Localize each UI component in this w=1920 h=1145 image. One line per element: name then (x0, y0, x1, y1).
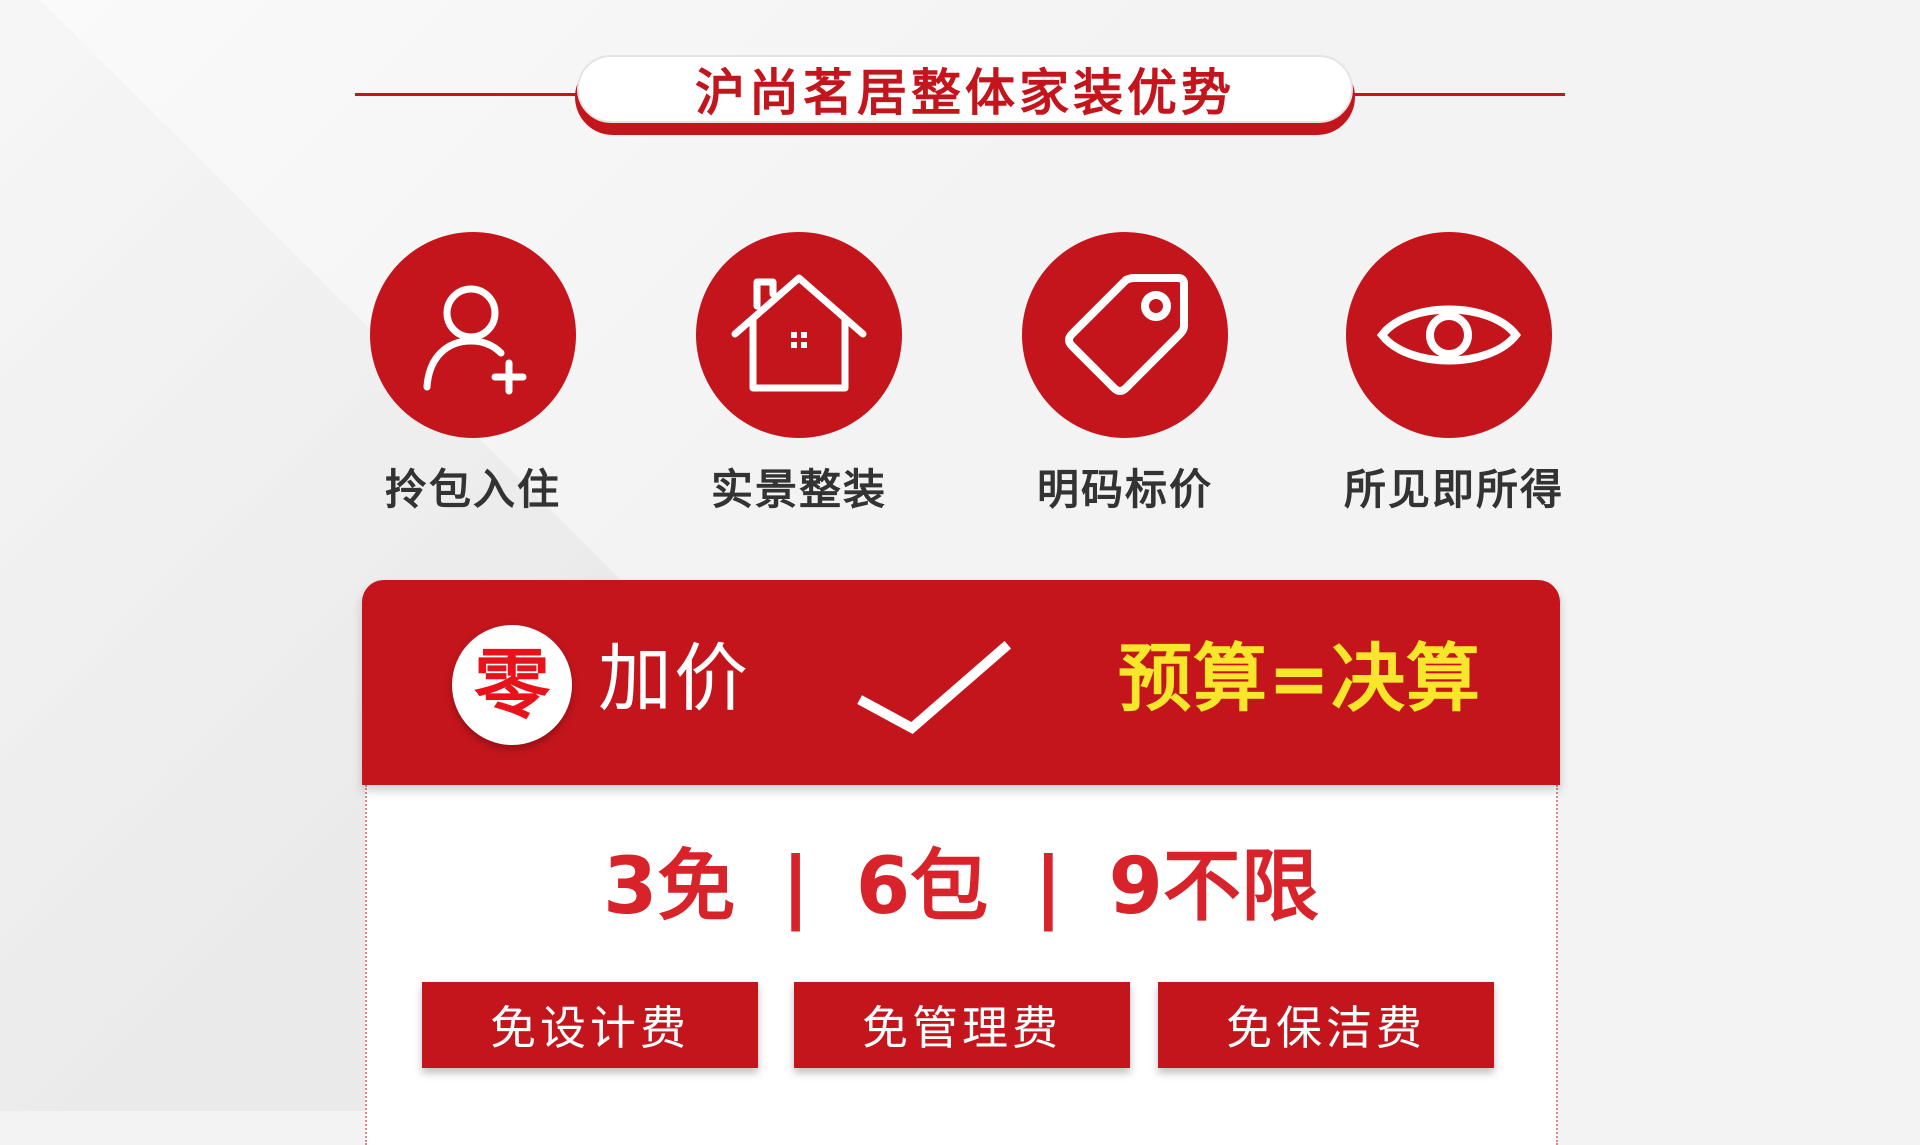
stat-free: 3免 (603, 842, 736, 932)
house-icon (731, 274, 867, 392)
feature-label: 明码标价 (1036, 465, 1213, 514)
feature-clear-price: 明码标价 (1020, 232, 1230, 517)
stats-row: 3免 | 6包 | 9不限 (362, 848, 1560, 926)
eye-icon (1376, 305, 1522, 365)
title-line-left (355, 93, 578, 96)
stat-separator: | (781, 842, 810, 932)
stat-unlimited: 9不限 (1108, 842, 1319, 932)
card-body (365, 785, 1558, 1145)
feature-circle (696, 232, 902, 438)
tag-free-management: 免管理费 (794, 982, 1130, 1068)
feature-circle (1346, 232, 1552, 438)
add-price-text: 加价 (598, 636, 750, 722)
budget-equals-settlement: 预算=决算 (1118, 636, 1482, 722)
feature-wysiwyg: 所见即所得 (1344, 232, 1565, 517)
feature-label: 实景整装 (710, 465, 887, 514)
stat-separator: | (1034, 842, 1063, 932)
zero-char: 零 (474, 640, 550, 729)
feature-move-in: 拎包入住 (368, 232, 578, 517)
card-banner: 零 加价 预算=决算 (362, 580, 1560, 785)
person-add-icon (423, 285, 527, 395)
title-pill: 沪尚茗居整体家装优势 (577, 55, 1353, 123)
feature-label: 拎包入住 (384, 465, 561, 514)
tag-free-design: 免设计费 (422, 982, 758, 1068)
zero-badge: 零 (452, 625, 572, 745)
feature-circle (1022, 232, 1228, 438)
feature-list: 拎包入住 实景整装 明码标价 所见即所得 (368, 232, 1562, 514)
section-title: 沪尚茗居整体家装优势 (355, 55, 1565, 135)
feature-real-scene: 实景整装 (694, 232, 904, 517)
title-line-right (1351, 93, 1565, 96)
feature-circle (370, 232, 576, 438)
price-tag-icon (1065, 274, 1188, 395)
stat-included: 6包 (855, 842, 989, 932)
fee-tags: 免设计费 免管理费 免保洁费 (422, 982, 1522, 1072)
check-icon (857, 640, 1012, 735)
feature-label: 所见即所得 (1344, 465, 1565, 514)
page-title: 沪尚茗居整体家装优势 (695, 64, 1235, 122)
promo-card: 零 加价 预算=决算 3免 | 6包 | 9不限 免设计费 免管理费 免保洁费 (362, 580, 1560, 1145)
tag-free-cleaning: 免保洁费 (1158, 982, 1494, 1068)
